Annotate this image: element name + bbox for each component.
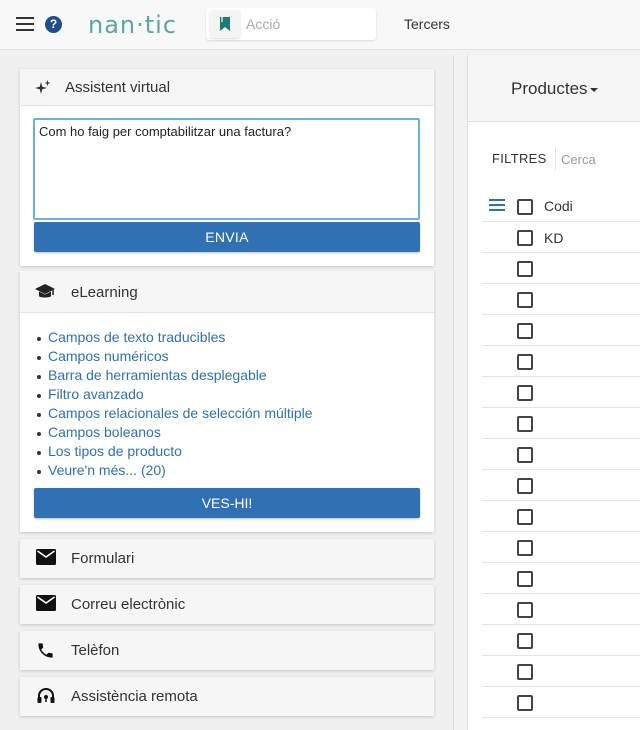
elearning-link[interactable]: Campos de texto traducibles [48, 329, 225, 345]
graduation-cap-icon [35, 284, 55, 298]
virtual-assistant-card: Assistent virtual Com ho faig per compta… [20, 69, 434, 266]
elearning-header: eLearning [20, 271, 434, 313]
email-contact-item[interactable]: Correu electrònic [20, 585, 434, 624]
tercers-link[interactable]: Tercers [404, 16, 450, 32]
table-row[interactable] [482, 501, 640, 532]
list-item: Barra de herramientas desplegable [36, 367, 313, 386]
elearning-link[interactable]: Barra de herramientas desplegable [48, 367, 267, 383]
row-checkbox[interactable] [517, 540, 533, 556]
products-table: Codi KD [482, 189, 640, 718]
elearning-link[interactable]: Campos relacionales de selección múltipl… [48, 405, 313, 421]
products-panel: Productes FILTRES Codi KD [467, 55, 640, 730]
table-row[interactable]: KD [482, 222, 640, 253]
sparkle-icon [35, 80, 51, 94]
column-header-code: Codi [544, 198, 573, 214]
logo: nan·tic [88, 11, 178, 39]
bookmark-button[interactable] [210, 10, 240, 38]
list-item: Campos relacionales de selección múltipl… [36, 405, 313, 424]
row-checkbox[interactable] [517, 385, 533, 401]
caret-down-icon [589, 87, 598, 92]
products-dropdown[interactable]: Productes [511, 79, 598, 99]
table-row[interactable] [482, 532, 640, 563]
list-item: Los tipos de producto [36, 443, 313, 462]
list-item: Veure'n més... (20) [36, 462, 313, 481]
row-checkbox[interactable] [517, 695, 533, 711]
phone-contact-label: Telèfon [71, 642, 120, 659]
phone-contact-item[interactable]: Telèfon [20, 631, 434, 670]
table-row[interactable] [482, 253, 640, 284]
elearning-card: eLearning Campos de texto traducibles Ca… [20, 271, 434, 532]
column-menu-icon[interactable] [489, 199, 505, 211]
remote-assistance-label: Assistència remota [71, 688, 198, 705]
row-checkbox[interactable] [517, 416, 533, 432]
question-textarea[interactable]: Com ho faig per comptabilitzar una factu… [33, 118, 420, 220]
form-contact-label: Formulari [71, 550, 135, 567]
row-checkbox[interactable] [517, 230, 533, 246]
row-checkbox[interactable] [517, 664, 533, 680]
table-row[interactable] [482, 439, 640, 470]
filters-label[interactable]: FILTRES [492, 151, 547, 166]
row-checkbox[interactable] [517, 602, 533, 618]
table-row[interactable] [482, 284, 640, 315]
products-header: Productes [468, 55, 640, 122]
virtual-assistant-title: Assistent virtual [65, 79, 171, 96]
row-checkbox[interactable] [517, 509, 533, 525]
hamburger-menu-icon[interactable] [16, 17, 34, 32]
select-all-checkbox[interactable] [517, 199, 533, 215]
envelope-icon [36, 549, 56, 565]
table-row[interactable] [482, 315, 640, 346]
elearning-title: eLearning [71, 284, 138, 301]
list-item: Campos de texto traducibles [36, 329, 313, 348]
row-checkbox[interactable] [517, 633, 533, 649]
see-more-link[interactable]: Veure'n més... (20) [48, 462, 166, 478]
list-item: Filtro avanzado [36, 386, 313, 405]
row-checkbox[interactable] [517, 354, 533, 370]
table-row[interactable] [482, 563, 640, 594]
row-checkbox[interactable] [517, 478, 533, 494]
elearning-link[interactable]: Campos numéricos [48, 348, 169, 364]
row-code: KD [544, 230, 564, 246]
go-button[interactable]: VES-HI! [34, 488, 420, 518]
row-checkbox[interactable] [517, 571, 533, 587]
elearning-link[interactable]: Filtro avanzado [48, 386, 144, 402]
email-contact-label: Correu electrònic [71, 596, 186, 613]
phone-icon [38, 643, 53, 658]
table-row[interactable] [482, 346, 640, 377]
table-header-row: Codi [482, 189, 640, 222]
elearning-link[interactable]: Los tipos de producto [48, 443, 182, 459]
table-row[interactable] [482, 470, 640, 501]
elearning-links: Campos de texto traducibles Campos numér… [36, 329, 313, 481]
form-contact-item[interactable]: Formulari [20, 539, 434, 578]
elearning-link[interactable]: Campos boleanos [48, 424, 161, 440]
row-checkbox[interactable] [517, 292, 533, 308]
remote-assistance-item[interactable]: Assistència remota [20, 677, 434, 716]
virtual-assistant-header: Assistent virtual [20, 69, 434, 106]
top-navbar: ? nan·tic Tercers [0, 0, 640, 50]
table-row[interactable] [482, 594, 640, 625]
headset-icon [37, 687, 55, 703]
row-checkbox[interactable] [517, 447, 533, 463]
action-search-input[interactable] [246, 14, 371, 34]
row-checkbox[interactable] [517, 261, 533, 277]
table-row[interactable] [482, 625, 640, 656]
table-row[interactable] [482, 408, 640, 439]
row-checkbox[interactable] [517, 323, 533, 339]
bookmark-icon [220, 17, 230, 31]
list-item: Campos boleanos [36, 424, 313, 443]
send-button[interactable]: ENVIA [34, 222, 420, 252]
product-search-input[interactable] [555, 148, 640, 170]
list-item: Campos numéricos [36, 348, 313, 367]
envelope-icon [36, 595, 56, 611]
table-row[interactable] [482, 687, 640, 718]
help-panel: Assistent virtual Com ho faig per compta… [0, 55, 454, 730]
table-row[interactable] [482, 377, 640, 408]
products-title: Productes [511, 79, 588, 98]
help-icon[interactable]: ? [45, 16, 62, 33]
table-row[interactable] [482, 656, 640, 687]
